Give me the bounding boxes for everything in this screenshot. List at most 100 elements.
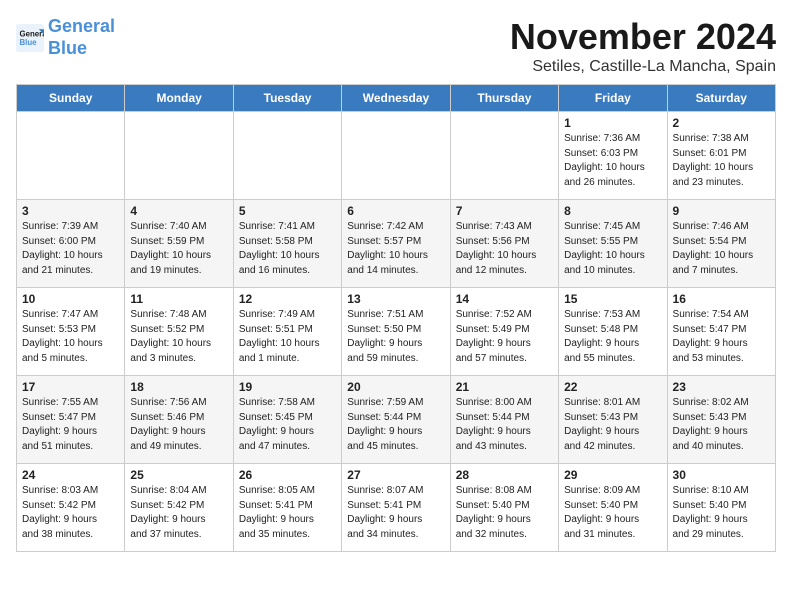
day-number: 22 xyxy=(564,380,661,394)
day-info: Sunrise: 8:02 AM Sunset: 5:43 PM Dayligh… xyxy=(673,396,770,454)
day-info: Sunrise: 7:43 AM Sunset: 5:56 PM Dayligh… xyxy=(456,220,553,278)
calendar-cell: 1 Sunrise: 7:36 AM Sunset: 6:03 PM Daylig… xyxy=(559,112,667,200)
logo-text: General Blue xyxy=(48,16,115,59)
calendar-cell: 20 Sunrise: 7:59 AM Sunset: 5:44 PM Dayli… xyxy=(342,376,450,464)
calendar-cell: 6 Sunrise: 7:42 AM Sunset: 5:57 PM Daylig… xyxy=(342,200,450,288)
calendar-cell: 29Sunrise: 8:09 AM Sunset: 5:40 PM Dayli… xyxy=(559,464,667,552)
day-number: 2 xyxy=(673,116,770,130)
calendar-cell: 17Sunrise: 7:55 AM Sunset: 5:47 PM Dayli… xyxy=(17,376,125,464)
day-number: 7 xyxy=(456,204,553,218)
day-info: Sunrise: 8:04 AM Sunset: 5:42 PM Dayligh… xyxy=(130,484,227,542)
week-row-4: 17Sunrise: 7:55 AM Sunset: 5:47 PM Dayli… xyxy=(17,376,776,464)
calendar-cell xyxy=(17,112,125,200)
calendar-cell: 18 Sunrise: 7:56 AM Sunset: 5:46 PM Dayli… xyxy=(125,376,233,464)
header-monday: Monday xyxy=(125,85,233,112)
day-number: 8 xyxy=(564,204,661,218)
day-info: Sunrise: 7:58 AM Sunset: 5:45 PM Dayligh… xyxy=(239,396,336,454)
calendar-cell: 24Sunrise: 8:03 AM Sunset: 5:42 PM Dayli… xyxy=(17,464,125,552)
logo-line2: Blue xyxy=(48,38,87,58)
day-number: 11 xyxy=(130,292,227,306)
header-friday: Friday xyxy=(559,85,667,112)
day-info: Sunrise: 7:36 AM Sunset: 6:03 PM Dayligh… xyxy=(564,132,661,190)
day-number: 5 xyxy=(239,204,336,218)
day-info: Sunrise: 8:10 AM Sunset: 5:40 PM Dayligh… xyxy=(673,484,770,542)
day-number: 15 xyxy=(564,292,661,306)
calendar-cell: 5 Sunrise: 7:41 AM Sunset: 5:58 PM Daylig… xyxy=(233,200,341,288)
week-row-3: 10Sunrise: 7:47 AM Sunset: 5:53 PM Dayli… xyxy=(17,288,776,376)
day-number: 12 xyxy=(239,292,336,306)
calendar-cell: 22 Sunrise: 8:01 AM Sunset: 5:43 PM Dayli… xyxy=(559,376,667,464)
day-number: 1 xyxy=(564,116,661,130)
week-row-2: 3 Sunrise: 7:39 AM Sunset: 6:00 PM Daylig… xyxy=(17,200,776,288)
calendar-cell xyxy=(342,112,450,200)
day-info: Sunrise: 7:56 AM Sunset: 5:46 PM Dayligh… xyxy=(130,396,227,454)
day-info: Sunrise: 7:40 AM Sunset: 5:59 PM Dayligh… xyxy=(130,220,227,278)
calendar-cell: 28 Sunrise: 8:08 AM Sunset: 5:40 PM Dayli… xyxy=(450,464,558,552)
day-number: 6 xyxy=(347,204,444,218)
header-sunday: Sunday xyxy=(17,85,125,112)
day-info: Sunrise: 7:54 AM Sunset: 5:47 PM Dayligh… xyxy=(673,308,770,366)
page-container: General Blue General Blue November 2024 … xyxy=(16,16,776,552)
calendar-cell: 11Sunrise: 7:48 AM Sunset: 5:52 PM Dayli… xyxy=(125,288,233,376)
title-area: November 2024 Setiles, Castille-La Manch… xyxy=(510,16,776,76)
calendar-cell: 26Sunrise: 8:05 AM Sunset: 5:41 PM Dayli… xyxy=(233,464,341,552)
day-number: 18 xyxy=(130,380,227,394)
day-info: Sunrise: 7:59 AM Sunset: 5:44 PM Dayligh… xyxy=(347,396,444,454)
header-tuesday: Tuesday xyxy=(233,85,341,112)
day-info: Sunrise: 8:07 AM Sunset: 5:41 PM Dayligh… xyxy=(347,484,444,542)
calendar-cell: 19Sunrise: 7:58 AM Sunset: 5:45 PM Dayli… xyxy=(233,376,341,464)
calendar-cell: 15Sunrise: 7:53 AM Sunset: 5:48 PM Dayli… xyxy=(559,288,667,376)
day-info: Sunrise: 7:49 AM Sunset: 5:51 PM Dayligh… xyxy=(239,308,336,366)
day-number: 20 xyxy=(347,380,444,394)
header-saturday: Saturday xyxy=(667,85,775,112)
day-info: Sunrise: 7:51 AM Sunset: 5:50 PM Dayligh… xyxy=(347,308,444,366)
calendar-cell: 8Sunrise: 7:45 AM Sunset: 5:55 PM Daylig… xyxy=(559,200,667,288)
day-number: 13 xyxy=(347,292,444,306)
day-info: Sunrise: 7:46 AM Sunset: 5:54 PM Dayligh… xyxy=(673,220,770,278)
day-info: Sunrise: 7:42 AM Sunset: 5:57 PM Dayligh… xyxy=(347,220,444,278)
calendar-cell: 4 Sunrise: 7:40 AM Sunset: 5:59 PM Daylig… xyxy=(125,200,233,288)
header-thursday: Thursday xyxy=(450,85,558,112)
day-info: Sunrise: 7:52 AM Sunset: 5:49 PM Dayligh… xyxy=(456,308,553,366)
header: General Blue General Blue November 2024 … xyxy=(16,16,776,76)
day-number: 27 xyxy=(347,468,444,482)
calendar-cell: 27 Sunrise: 8:07 AM Sunset: 5:41 PM Dayli… xyxy=(342,464,450,552)
day-number: 21 xyxy=(456,380,553,394)
calendar-cell: 9Sunrise: 7:46 AM Sunset: 5:54 PM Daylig… xyxy=(667,200,775,288)
calendar-cell: 2 Sunrise: 7:38 AM Sunset: 6:01 PM Daylig… xyxy=(667,112,775,200)
day-info: Sunrise: 7:39 AM Sunset: 6:00 PM Dayligh… xyxy=(22,220,119,278)
month-year-title: November 2024 xyxy=(510,16,776,58)
logo-icon: General Blue xyxy=(16,24,44,52)
calendar-cell: 7 Sunrise: 7:43 AM Sunset: 5:56 PM Daylig… xyxy=(450,200,558,288)
day-info: Sunrise: 8:09 AM Sunset: 5:40 PM Dayligh… xyxy=(564,484,661,542)
day-info: Sunrise: 8:03 AM Sunset: 5:42 PM Dayligh… xyxy=(22,484,119,542)
calendar-cell: 13 Sunrise: 7:51 AM Sunset: 5:50 PM Dayli… xyxy=(342,288,450,376)
calendar-cell: 12 Sunrise: 7:49 AM Sunset: 5:51 PM Dayli… xyxy=(233,288,341,376)
svg-text:Blue: Blue xyxy=(20,38,38,47)
day-number: 26 xyxy=(239,468,336,482)
week-row-5: 24Sunrise: 8:03 AM Sunset: 5:42 PM Dayli… xyxy=(17,464,776,552)
day-number: 16 xyxy=(673,292,770,306)
calendar-cell: 16 Sunrise: 7:54 AM Sunset: 5:47 PM Dayli… xyxy=(667,288,775,376)
calendar-cell: 23 Sunrise: 8:02 AM Sunset: 5:43 PM Dayli… xyxy=(667,376,775,464)
day-number: 10 xyxy=(22,292,119,306)
day-info: Sunrise: 8:01 AM Sunset: 5:43 PM Dayligh… xyxy=(564,396,661,454)
day-number: 28 xyxy=(456,468,553,482)
calendar-cell xyxy=(450,112,558,200)
calendar-cell xyxy=(125,112,233,200)
week-row-1: 1 Sunrise: 7:36 AM Sunset: 6:03 PM Daylig… xyxy=(17,112,776,200)
calendar-cell: 21 Sunrise: 8:00 AM Sunset: 5:44 PM Dayli… xyxy=(450,376,558,464)
day-number: 3 xyxy=(22,204,119,218)
day-info: Sunrise: 8:08 AM Sunset: 5:40 PM Dayligh… xyxy=(456,484,553,542)
day-number: 23 xyxy=(673,380,770,394)
day-info: Sunrise: 7:38 AM Sunset: 6:01 PM Dayligh… xyxy=(673,132,770,190)
day-info: Sunrise: 7:41 AM Sunset: 5:58 PM Dayligh… xyxy=(239,220,336,278)
location-subtitle: Setiles, Castille-La Mancha, Spain xyxy=(510,58,776,76)
day-info: Sunrise: 8:00 AM Sunset: 5:44 PM Dayligh… xyxy=(456,396,553,454)
day-number: 14 xyxy=(456,292,553,306)
calendar-cell xyxy=(233,112,341,200)
day-number: 25 xyxy=(130,468,227,482)
day-number: 4 xyxy=(130,204,227,218)
calendar-cell: 10Sunrise: 7:47 AM Sunset: 5:53 PM Dayli… xyxy=(17,288,125,376)
calendar-table: Sunday Monday Tuesday Wednesday Thursday… xyxy=(16,84,776,552)
